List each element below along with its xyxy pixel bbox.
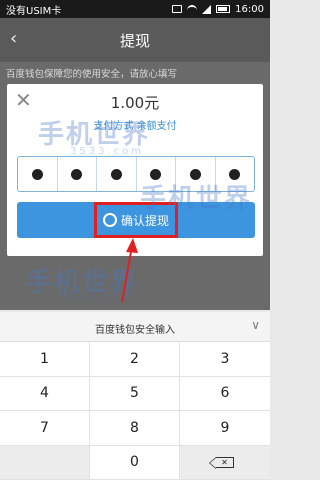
- pin-dot: [150, 168, 162, 180]
- key-blank: [0, 445, 90, 480]
- confirm-label: 确认提现: [120, 213, 169, 228]
- payment-method-link[interactable]: 支付方式 余额支付: [7, 117, 263, 132]
- pin-cell: [18, 157, 58, 191]
- pin-input[interactable]: [17, 156, 255, 192]
- key-4[interactable]: 4: [0, 376, 90, 411]
- pin-dot: [229, 168, 241, 180]
- security-hint: 百度钱包保障您的使用安全，请放心填写: [6, 69, 178, 80]
- confirm-withdraw-button[interactable]: 确认提现: [17, 202, 255, 238]
- amount-label: 1.00元: [110, 94, 160, 112]
- carrier-label: 没有USIM卡: [6, 5, 62, 17]
- key-3[interactable]: 3: [180, 342, 270, 377]
- key-7[interactable]: 7: [0, 411, 90, 446]
- key-6[interactable]: 6: [180, 377, 270, 411]
- pin-dot: [110, 168, 122, 180]
- baidu-wallet-icon: [102, 213, 117, 227]
- clock: 16:00: [235, 3, 264, 15]
- key-8[interactable]: 8: [90, 411, 180, 446]
- wifi-icon: [187, 5, 198, 13]
- key-5[interactable]: 5: [90, 376, 180, 411]
- delete-key[interactable]: ✕: [180, 445, 270, 480]
- page-title: 提现: [119, 32, 150, 50]
- pin-cell: [97, 157, 137, 191]
- key-2[interactable]: 2: [90, 342, 180, 377]
- pin-dot: [189, 168, 201, 180]
- nav-bar: ‹ 提现: [0, 18, 270, 62]
- key-1[interactable]: 1: [0, 342, 90, 377]
- status-bar: 没有USIM卡 16:00: [0, 0, 270, 18]
- status-icons: 16:00: [172, 4, 264, 15]
- highlight-box: 确认提现: [94, 202, 178, 238]
- signal-icon: [202, 4, 212, 14]
- backspace-icon: ✕: [209, 456, 234, 469]
- key-0[interactable]: 0: [90, 445, 180, 480]
- mute-icon: [172, 5, 183, 13]
- keyboard-title: 百度钱包安全输入: [95, 325, 175, 336]
- pin-dot: [71, 168, 83, 180]
- payment-dialog: ✕ 1.00元 支付方式 余额支付 确认提现: [7, 84, 263, 256]
- battery-icon: [216, 5, 231, 13]
- key-9[interactable]: 9: [180, 411, 270, 446]
- pin-cell: [58, 157, 97, 191]
- pin-dot: [31, 168, 43, 180]
- numeric-keypad: 1 2 3 4 5 6 7 8 9 0 ✕: [0, 342, 270, 480]
- keyboard-header: 百度钱包安全输入 ∨: [0, 312, 270, 342]
- pin-cell: [176, 157, 216, 191]
- pin-cell: [216, 157, 255, 191]
- pin-cell: [137, 157, 176, 191]
- chevron-down-icon[interactable]: ∨: [251, 318, 260, 332]
